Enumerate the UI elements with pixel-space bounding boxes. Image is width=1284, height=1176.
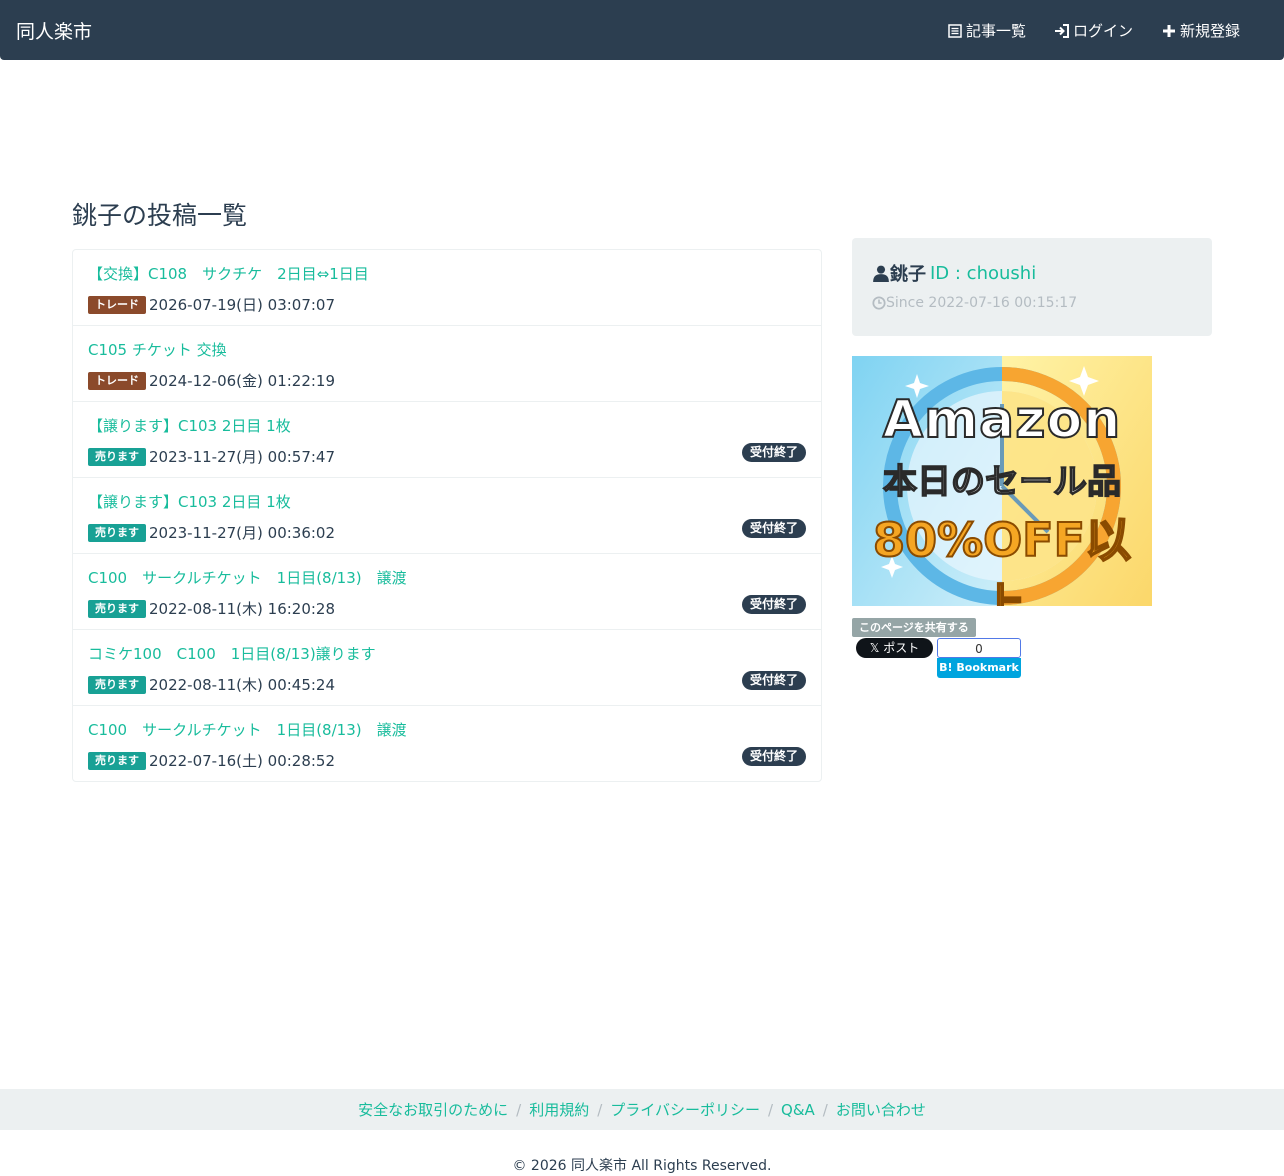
post-item: C105 チケット 交換 トレード 2024-12-06(金) 01:22:19 <box>73 326 821 402</box>
share-label: このページを共有する <box>852 618 976 637</box>
profile-since-row: Since 2022-07-16 00:15:17 <box>872 295 1077 311</box>
post-title-link[interactable]: コミケ100 C100 1日目(8/13)譲ります <box>88 643 376 664</box>
footer-link-terms[interactable]: 利用規約 <box>529 1099 589 1120</box>
post-meta: 売ります 2022-08-11(木) 16:20:28 <box>88 598 335 619</box>
clock-icon <box>872 296 886 310</box>
status-badge: 受付終了 <box>741 747 806 766</box>
nav-register-label: 新規登録 <box>1179 22 1240 40</box>
status-badge: 受付終了 <box>741 671 806 690</box>
ad-line-discount: 80%OFF以上 <box>872 512 1132 606</box>
status-badge: 受付終了 <box>741 443 806 462</box>
profile-since: Since 2022-07-16 00:15:17 <box>886 295 1078 311</box>
post-type-badge: 売ります <box>88 447 146 466</box>
post-item: C100 サークルチケット 1日目(8/13) 譲渡 売ります 2022-08-… <box>73 554 821 630</box>
plus-icon <box>1162 24 1175 37</box>
post-title-link[interactable]: C100 サークルチケット 1日目(8/13) 譲渡 <box>88 567 407 588</box>
nav-login-label: ログイン <box>1072 22 1133 40</box>
post-item: C100 サークルチケット 1日目(8/13) 譲渡 売ります 2022-07-… <box>73 706 821 781</box>
hatena-bookmark-count: 0 <box>937 638 1021 658</box>
footer-link-faq[interactable]: Q&A <box>781 1101 815 1119</box>
hatena-bookmark-button[interactable]: B! Bookmark <box>937 658 1021 678</box>
profile-username: 銚子 <box>890 264 926 285</box>
post-meta: トレード 2024-12-06(金) 01:22:19 <box>88 370 335 391</box>
post-type-badge: 売ります <box>88 523 146 542</box>
footer-separator: / <box>767 1100 774 1119</box>
post-title-link[interactable]: C100 サークルチケット 1日目(8/13) 譲渡 <box>88 719 407 740</box>
post-meta: トレード 2026-07-19(日) 03:07:07 <box>88 294 335 315</box>
post-title-link[interactable]: 【譲ります】C103 2日目 1枚 <box>88 491 291 512</box>
nav-articles-label: 記事一覧 <box>965 22 1026 40</box>
footer-link-safety[interactable]: 安全なお取引のために <box>358 1099 508 1120</box>
post-title-link[interactable]: 【交換】C108 サクチケ 2日目⇔1日目 <box>88 263 369 284</box>
post-meta: 売ります 2022-07-16(土) 00:28:52 <box>88 750 335 771</box>
x-logo-icon: 𝕏 <box>869 641 884 655</box>
post-item: コミケ100 C100 1日目(8/13)譲ります 売ります 2022-08-1… <box>73 630 821 706</box>
hatena-bookmark-label: Bookmark <box>956 661 1019 674</box>
post-type-badge: 売ります <box>88 599 146 618</box>
post-date: 2023-11-27(月) 00:57:47 <box>149 448 336 466</box>
post-date: 2023-11-27(月) 00:36:02 <box>149 524 336 542</box>
nav-articles-link[interactable]: 記事一覧 <box>947 20 1026 41</box>
nav-register-link[interactable]: 新規登録 <box>1161 20 1240 41</box>
post-item: 【譲ります】C103 2日目 1枚 売ります 2023-11-27(月) 00:… <box>73 402 821 478</box>
amazon-sale-ad-banner[interactable]: Amazon 本日のセール品 80%OFF以上 <box>852 356 1152 606</box>
post-type-badge: トレード <box>88 295 146 314</box>
x-post-label: ポスト <box>883 641 920 655</box>
nav-login-link[interactable]: ログイン <box>1054 20 1133 41</box>
footer-separator: / <box>516 1100 522 1119</box>
profile-card: 銚子 ID : choushi Since 2022-07-16 00:15:1… <box>852 238 1212 336</box>
status-badge: 受付終了 <box>741 519 806 538</box>
post-title-link[interactable]: C105 チケット 交換 <box>88 339 227 360</box>
brand-logo[interactable]: 同人楽市 <box>16 17 92 44</box>
copyright: © 2026 同人楽市 All Rights Reserved. <box>512 1158 772 1174</box>
post-date: 2024-12-06(金) 01:22:19 <box>149 372 336 390</box>
post-meta: 売ります 2022-08-11(木) 00:45:24 <box>88 674 335 695</box>
post-title-link[interactable]: 【譲ります】C103 2日目 1枚 <box>88 415 291 436</box>
page-title: 銚子の投稿一覧 <box>72 201 248 230</box>
profile-name-row: 銚子 ID : choushi <box>872 260 1036 286</box>
post-item: 【交換】C108 サクチケ 2日目⇔1日目 トレード 2026-07-19(日)… <box>73 250 821 326</box>
post-item: 【譲ります】C103 2日目 1枚 売ります 2023-11-27(月) 00:… <box>73 478 821 554</box>
footer-link-privacy[interactable]: プライバシーポリシー <box>610 1099 760 1120</box>
nav-links: 記事一覧 ログイン 新規登録 <box>919 20 1240 41</box>
post-date: 2022-07-16(土) 00:28:52 <box>149 752 336 770</box>
user-icon <box>873 265 889 282</box>
post-meta: 売ります 2023-11-27(月) 00:36:02 <box>88 522 335 543</box>
profile-id: ID : choushi <box>930 262 1037 284</box>
post-list: 【交換】C108 サクチケ 2日目⇔1日目 トレード 2026-07-19(日)… <box>72 249 822 782</box>
login-icon <box>1054 23 1069 38</box>
post-date: 2022-08-11(木) 00:45:24 <box>149 676 336 694</box>
footer-separator: / <box>597 1100 603 1119</box>
ad-line-amazon: Amazon <box>882 389 1122 451</box>
footer-link-contact[interactable]: お問い合わせ <box>836 1099 926 1120</box>
post-date: 2022-08-11(木) 16:20:28 <box>149 600 336 618</box>
list-icon <box>948 23 962 38</box>
post-type-badge: トレード <box>88 371 146 390</box>
status-badge: 受付終了 <box>741 595 806 614</box>
post-meta: 売ります 2023-11-27(月) 00:57:47 <box>88 446 335 467</box>
post-type-badge: 売ります <box>88 675 146 694</box>
navbar: 同人楽市 記事一覧 ログイン 新規登録 <box>0 0 1284 60</box>
footer-links: 安全なお取引のために / 利用規約 / プライバシーポリシー / Q&A / お… <box>0 1089 1284 1130</box>
post-date: 2026-07-19(日) 03:07:07 <box>149 296 336 314</box>
hatena-b-icon: B! <box>939 661 957 674</box>
x-post-button[interactable]: 𝕏 ポスト <box>856 638 933 658</box>
footer-separator: / <box>822 1100 828 1119</box>
post-type-badge: 売ります <box>88 751 146 770</box>
ad-line-sale: 本日のセール品 <box>882 461 1122 503</box>
